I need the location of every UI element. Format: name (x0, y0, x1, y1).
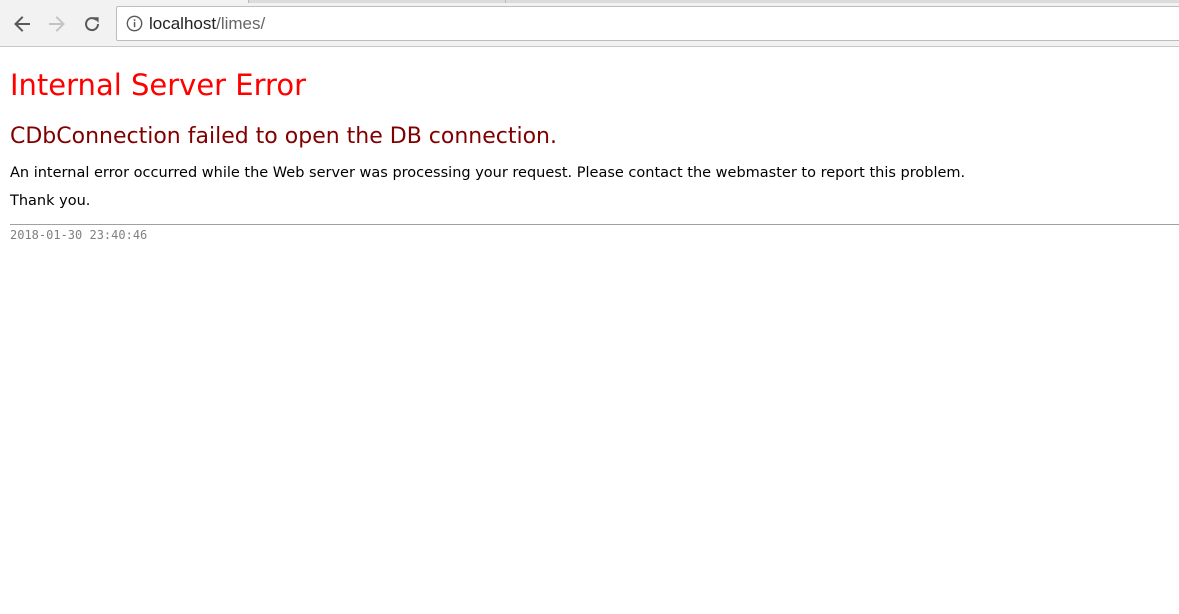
error-description: An internal error occurred while the Web… (10, 165, 966, 181)
url-path: /limes/ (216, 13, 266, 33)
arrow-right-icon (47, 14, 67, 34)
tab-strip (0, 0, 1179, 3)
address-bar[interactable]: localhost/limes/ (116, 6, 1179, 41)
forward-button[interactable] (43, 10, 71, 38)
url-text: localhost/limes/ (149, 14, 265, 34)
reload-icon (82, 14, 102, 34)
browser-toolbar: localhost/limes/ (0, 0, 1179, 47)
reload-button[interactable] (78, 10, 106, 38)
divider (10, 224, 1179, 225)
info-icon[interactable] (125, 15, 143, 33)
active-tab-edge[interactable] (0, 0, 249, 3)
back-button[interactable] (8, 10, 36, 38)
timestamp: 2018-01-30 23:40:46 (10, 228, 148, 242)
arrow-left-icon (12, 14, 32, 34)
page-title: Internal Server Error (10, 68, 306, 102)
url-host: localhost (149, 13, 217, 33)
error-message: CDbConnection failed to open the DB conn… (10, 124, 557, 149)
thank-you-text: Thank you. (10, 193, 91, 209)
tab-separator (505, 0, 506, 3)
page-content: Internal Server Error CDbConnection fail… (0, 48, 1179, 614)
